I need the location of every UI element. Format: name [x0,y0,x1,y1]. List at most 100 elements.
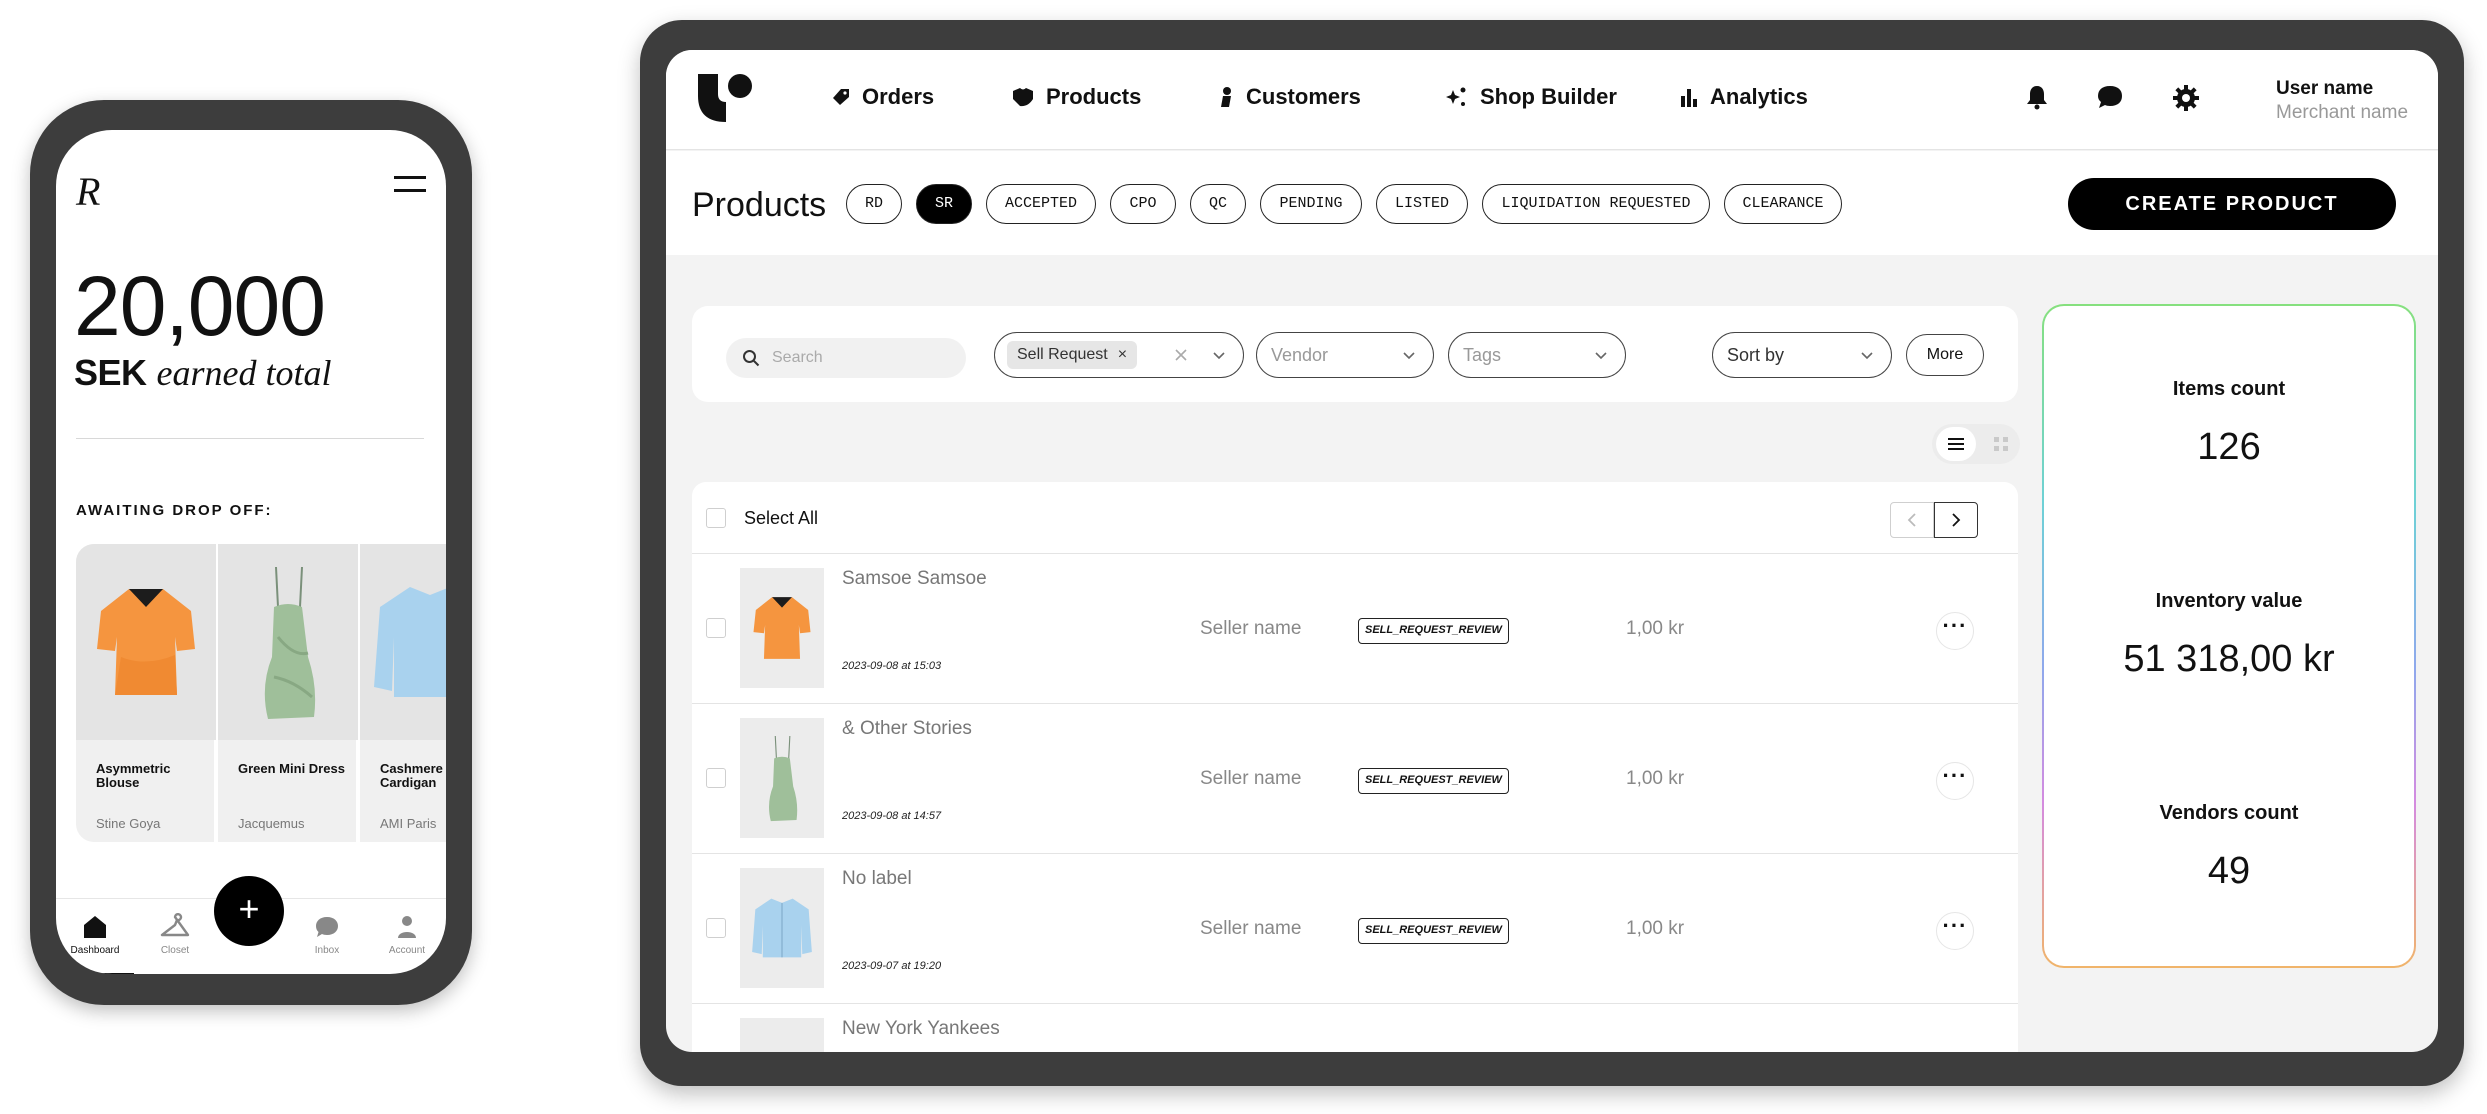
nav-orders[interactable]: Orders [832,84,934,110]
row-checkbox[interactable] [706,618,726,638]
status-chip-liquidation-requested[interactable]: LIQUIDATION REQUESTED [1482,184,1710,224]
brand-logo[interactable] [696,72,756,124]
tab-closet[interactable]: Closet [140,913,210,956]
product-title[interactable]: & Other Stories [842,718,972,740]
products-table: Select All Samsoe Samsoe 2023-09-08 at 1… [692,482,2018,1052]
table-row[interactable]: No label 2023-09-07 at 19:20 Seller name… [692,854,2018,1004]
tab-inbox[interactable]: Inbox [292,913,362,956]
status-chip-accepted[interactable]: ACCEPTED [986,184,1096,224]
seller-name: Seller name [1200,618,1302,639]
nav-customers[interactable]: Customers [1218,84,1361,110]
status-chip-sr[interactable]: SR [916,184,972,224]
status-chip-rd[interactable]: RD [846,184,902,224]
product-thumbnail [740,868,824,988]
prev-page-button[interactable] [1890,502,1934,538]
clear-icon[interactable] [1175,349,1187,361]
sort-dropdown[interactable]: Sort by [1712,332,1892,378]
person-icon [398,916,416,938]
divider [76,438,424,439]
product-title[interactable]: New York Yankees [842,1018,1000,1040]
phone-screen: R 20,000 SEK earned total AWAITING DROP … [56,130,446,974]
status-chip-cpo[interactable]: CPO [1110,184,1176,224]
select-all-label: Select All [744,508,819,528]
gear-icon[interactable] [2172,84,2200,112]
vendor-dropdown[interactable]: Vendor [1256,332,1434,378]
hamburger-menu-icon[interactable] [394,176,426,192]
product-card[interactable]: Asymmetric Blouse Stine Goya [76,544,216,842]
more-options-icon[interactable]: ··· [1936,612,1974,650]
table-row[interactable]: & Other Stories 2023-09-08 at 14:57 Sell… [692,704,2018,854]
tab-label: Dashboard [70,945,120,956]
product-image [76,544,216,740]
product-brand: Jacquemus [238,816,305,831]
earned-caption: SEK earned total [74,352,332,394]
product-title[interactable]: Samsoe Samsoe [842,568,987,590]
add-item-button[interactable]: + [214,876,284,946]
tab-account[interactable]: Account [372,913,442,956]
product-image [218,544,358,740]
chat-icon[interactable] [2096,84,2124,110]
nav-products[interactable]: Products [1012,84,1141,110]
status-chip-clearance[interactable]: CLEARANCE [1724,184,1842,224]
tablet-screen: Orders Products Customers Shop Builder A… [666,50,2438,1052]
product-card[interactable]: Green Mini Dress Jacquemus [218,544,358,842]
pagination [1890,502,1980,538]
more-options-icon[interactable]: ··· [1936,762,1974,800]
stat-label: Items count [2172,378,2286,400]
earned-label: earned total [156,353,332,393]
select-all-checkbox[interactable] [706,508,726,528]
remove-tag-icon[interactable]: × [1118,346,1127,363]
nav-shop-builder[interactable]: Shop Builder [1444,84,1617,110]
row-checkbox[interactable] [706,768,726,788]
stats-card: Items count 126 Inventory value 51 318,0… [2044,306,2414,966]
filter-tag-label: Sell Request [1017,346,1108,363]
search-input[interactable]: Search [726,338,966,378]
status-chip-pending[interactable]: PENDING [1260,184,1362,224]
more-filters-button[interactable]: More [1906,334,1984,376]
sort-label: Sort by [1727,345,1785,365]
currency-label: SEK [74,352,147,393]
nav-label: Products [1046,84,1142,109]
bar-chart-icon [1681,89,1697,107]
home-icon [84,916,106,938]
earned-amount: 20,000 [74,259,326,353]
nav-analytics[interactable]: Analytics [1680,84,1808,110]
status-chip-listed[interactable]: LISTED [1376,184,1468,224]
drop-off-carousel[interactable]: Asymmetric Blouse Stine Goya Green Mini … [76,544,446,842]
product-title[interactable]: No label [842,868,912,890]
product-brand: Stine Goya [96,816,161,831]
table-row[interactable]: New York Yankees [692,1004,2018,1052]
product-brand: AMI Paris [380,816,437,831]
product-price: 1,00 kr [1626,618,1685,639]
filter-tag[interactable]: Sell Request × [1007,341,1138,369]
product-name: Asymmetric Blouse [96,761,171,790]
status-chip-qc[interactable]: QC [1190,184,1246,224]
product-price: 1,00 kr [1626,768,1685,789]
more-options-icon[interactable]: ··· [1936,912,1974,950]
nav-label: Orders [862,84,935,109]
status-filter-dropdown[interactable]: Sell Request × [994,332,1244,378]
status-badge: SELL_REQUEST_REVIEW [1358,918,1509,944]
phone-device: R 20,000 SEK earned total AWAITING DROP … [30,100,472,1005]
bell-icon[interactable] [2026,84,2048,110]
chevron-down-icon [1213,352,1225,360]
grid-icon[interactable] [1994,437,2008,451]
app-logo: R [76,169,101,214]
seller-name: Seller name [1200,918,1302,939]
user-name: User name [2276,78,2374,99]
table-row[interactable]: Samsoe Samsoe 2023-09-08 at 15:03 Seller… [692,554,2018,704]
product-card[interactable]: Cashmere Cardigan AMI Paris [360,544,446,842]
tags-dropdown[interactable]: Tags [1448,332,1626,378]
tab-dashboard[interactable]: Dashboard [60,913,130,956]
status-badge: SELL_REQUEST_REVIEW [1358,768,1509,794]
create-product-button[interactable]: CREATE PRODUCT [2068,178,2396,230]
row-checkbox[interactable] [706,918,726,938]
list-view-button[interactable] [1936,427,1976,461]
next-page-button[interactable] [1934,502,1978,538]
tags-placeholder: Tags [1463,345,1502,365]
chevron-down-icon [1595,352,1607,360]
hanger-icon [160,913,190,937]
user-menu[interactable]: User name Merchant name [2276,78,2408,124]
chat-icon [316,917,338,937]
top-navigation: Orders Products Customers Shop Builder A… [666,50,2438,150]
